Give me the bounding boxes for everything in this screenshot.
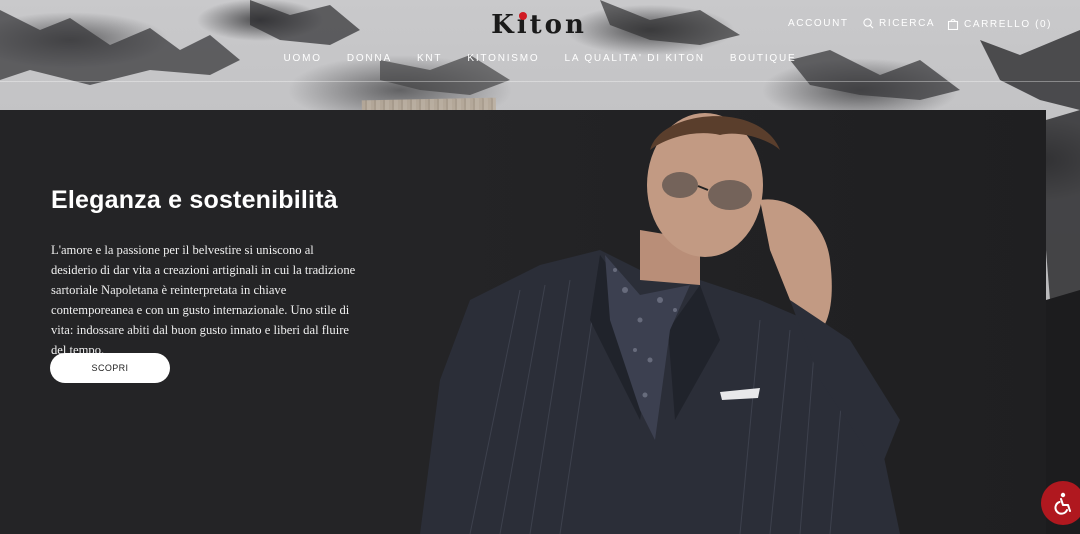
hero-title: Eleganza e sostenibilità (51, 186, 338, 214)
search-link[interactable]: RICERCA (863, 18, 935, 29)
nav-item-qualita[interactable]: LA QUALITA' DI KITON (552, 53, 717, 64)
accessibility-icon (1054, 492, 1071, 515)
nav-item-uomo[interactable]: UOMO (271, 53, 334, 64)
search-label: RICERCA (879, 18, 936, 29)
account-link[interactable]: ACCOUNT (788, 18, 849, 29)
main-navigation: UOMO DONNA KNT KITONISMO LA QUALITA' DI … (0, 53, 1080, 64)
hero-description: L'amore e la passione per il belvestire … (51, 243, 356, 357)
search-icon (863, 18, 874, 29)
nav-item-donna[interactable]: DONNA (334, 53, 404, 64)
nav-divider (0, 81, 1080, 82)
cart-link[interactable]: CARRELLO (0) (947, 18, 1052, 30)
brand-logo[interactable]: Kiton (484, 12, 594, 38)
account-label: ACCOUNT (788, 18, 849, 29)
hero-panel: Eleganza e sostenibilità L'amore e la pa… (0, 110, 1046, 534)
logo-accent-dot (519, 12, 527, 20)
nav-item-kitonismo[interactable]: KITONISMO (455, 53, 552, 64)
accessibility-button[interactable] (1041, 481, 1080, 525)
shopping-bag-icon (947, 19, 959, 30)
discover-button[interactable]: SCOPRI (50, 353, 170, 383)
nav-item-boutique[interactable]: BOUTIQUE (717, 53, 809, 64)
cart-label: CARRELLO (0) (964, 18, 1053, 30)
nav-item-knt[interactable]: KNT (404, 53, 454, 64)
